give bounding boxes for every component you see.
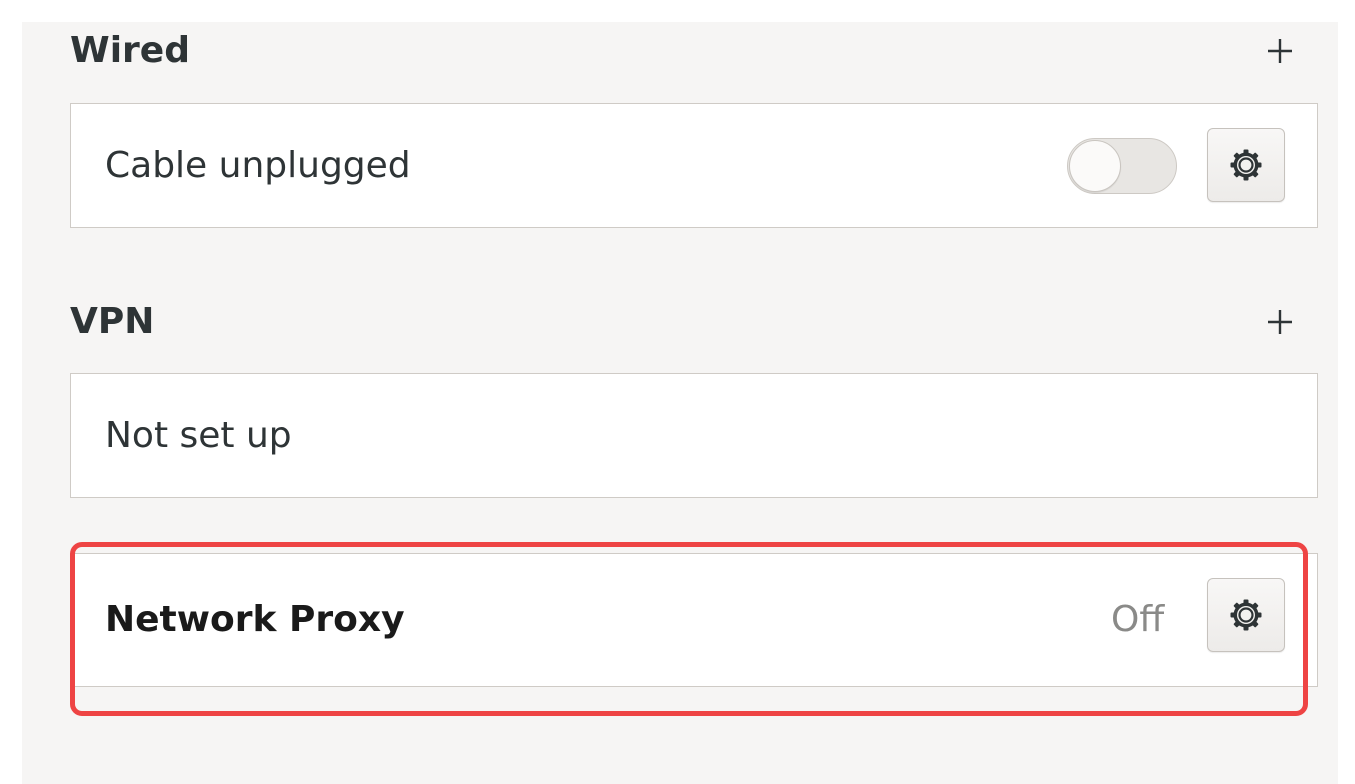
plus-icon <box>1268 39 1292 63</box>
vpn-status-label: Not set up <box>105 415 292 456</box>
wired-section-title: Wired <box>70 30 190 71</box>
gear-icon <box>1230 149 1262 181</box>
network-proxy-settings-button[interactable] <box>1207 578 1285 652</box>
network-proxy-label: Network Proxy <box>105 599 405 640</box>
network-proxy-row[interactable]: Network Proxy Off <box>70 553 1318 687</box>
toggle-knob <box>1069 140 1121 192</box>
vpn-section-title: VPN <box>70 301 155 342</box>
wired-connection-toggle[interactable] <box>1067 138 1177 194</box>
network-proxy-status: Off <box>1111 599 1165 640</box>
wired-connection-label: Cable unplugged <box>105 145 411 186</box>
wired-connection-row: Cable unplugged <box>70 103 1318 228</box>
plus-icon <box>1268 310 1292 334</box>
gear-icon <box>1230 599 1262 631</box>
wired-add-button[interactable] <box>1260 31 1300 71</box>
vpn-status-row: Not set up <box>70 373 1318 498</box>
wired-settings-button[interactable] <box>1207 128 1285 202</box>
vpn-add-button[interactable] <box>1260 302 1300 342</box>
